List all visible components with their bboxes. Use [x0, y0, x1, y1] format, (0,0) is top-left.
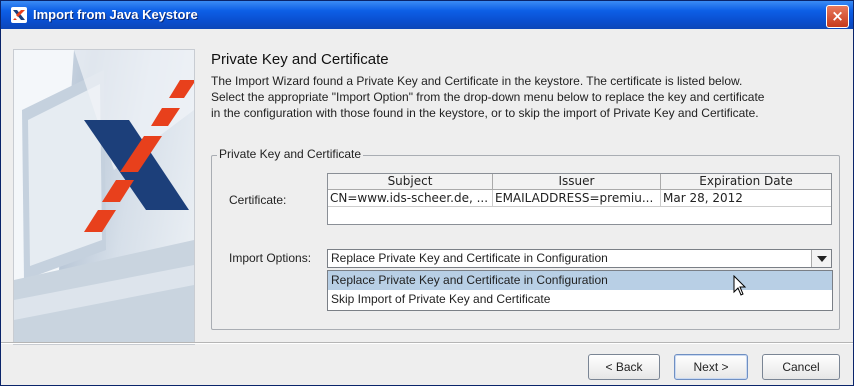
- mouse-cursor-icon: [733, 275, 747, 296]
- column-header-subject[interactable]: Subject: [328, 174, 493, 190]
- title-bar[interactable]: Import from Java Keystore ×: [1, 1, 853, 29]
- certificate-table[interactable]: Subject Issuer Expiration Date CN=www.id…: [327, 173, 832, 225]
- table-cell-issuer[interactable]: EMAILADDRESS=premiu...: [493, 190, 661, 207]
- description-line: in the configuration with those found in…: [211, 106, 759, 120]
- table-cell-subject[interactable]: CN=www.ids-scheer.de, ...: [328, 190, 493, 207]
- chevron-down-icon[interactable]: [811, 250, 831, 267]
- import-options-label: Import Options:: [229, 251, 312, 265]
- dropdown-option-skip[interactable]: Skip Import of Private Key and Certifica…: [328, 290, 832, 309]
- dropdown-option-replace[interactable]: Replace Private Key and Certificate in C…: [328, 271, 832, 290]
- table-cell-expiration[interactable]: Mar 28, 2012: [661, 190, 831, 207]
- groupbox-title: Private Key and Certificate: [217, 147, 364, 161]
- wizard-content: Private Key and Certificate The Import W…: [1, 29, 853, 385]
- dialog-window: Import from Java Keystore × Private Key: [0, 0, 854, 386]
- page-heading: Private Key and Certificate: [211, 51, 389, 68]
- description-line: Select the appropriate "Import Option" f…: [211, 90, 765, 104]
- app-icon: [11, 7, 27, 23]
- footer-separator: [1, 342, 853, 344]
- column-header-expiration[interactable]: Expiration Date: [661, 174, 831, 190]
- description-line: The Import Wizard found a Private Key an…: [211, 74, 743, 88]
- description: The Import Wizard found a Private Key an…: [211, 73, 827, 121]
- wizard-side-image: [13, 49, 195, 345]
- back-button[interactable]: < Back: [588, 354, 660, 380]
- dropdown-selected-value: Replace Private Key and Certificate in C…: [331, 251, 608, 265]
- column-header-issuer[interactable]: Issuer: [493, 174, 661, 190]
- certificate-label: Certificate:: [229, 193, 287, 207]
- window-title: Import from Java Keystore: [33, 7, 198, 22]
- cancel-button[interactable]: Cancel: [762, 354, 840, 380]
- close-button[interactable]: ×: [826, 5, 849, 28]
- import-options-dropdown[interactable]: Replace Private Key and Certificate in C…: [327, 249, 832, 268]
- next-button[interactable]: Next >: [674, 354, 748, 380]
- dropdown-list[interactable]: Replace Private Key and Certificate in C…: [327, 270, 833, 311]
- close-icon: ×: [831, 7, 844, 25]
